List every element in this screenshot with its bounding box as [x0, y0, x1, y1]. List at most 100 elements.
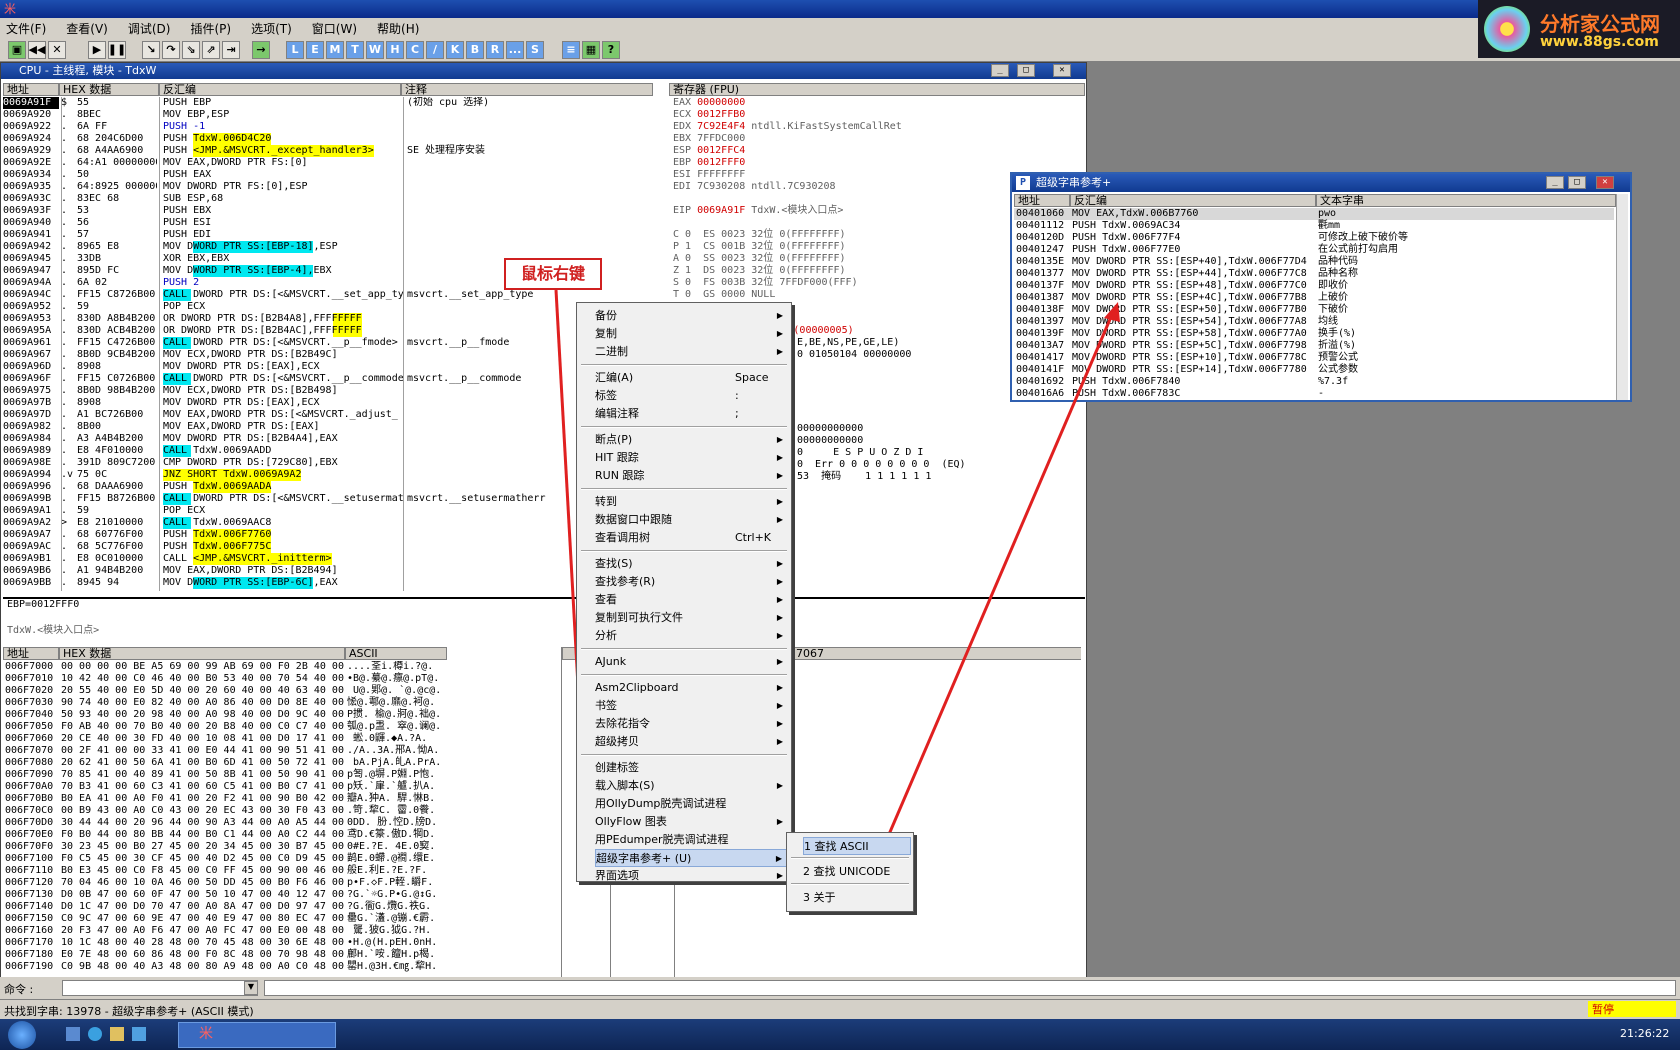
context-menu-item[interactable]: 界面选项 ▶ — [595, 867, 787, 885]
menu-item-label: 标签 — [595, 389, 617, 402]
menu-item-label: 用OllyDump脱壳调试进程 — [595, 797, 727, 810]
context-menu-item[interactable]: AJunk ▶ — [595, 653, 787, 671]
context-menu-item[interactable]: 用OllyDump脱壳调试进程 — [595, 795, 787, 813]
context-menu-item[interactable]: 查看调用树 Ctrl+K — [595, 529, 787, 547]
menu-separator — [581, 488, 787, 490]
submenu-arrow-icon: ▶ — [776, 559, 783, 568]
context-menu-item[interactable]: 汇编(A) Space — [595, 369, 787, 387]
context-menu-item[interactable]: 超级字串参考+ (U) ▶ — [595, 849, 787, 867]
submenu-arrow-icon: ▶ — [776, 817, 783, 826]
submenu-item[interactable]: 1 查找 ASCII — [803, 837, 911, 855]
clock: 21:26:22 — [1620, 1027, 1670, 1040]
context-menu-item[interactable]: 断点(P) ▶ — [595, 431, 787, 449]
menu-item-label: 备份 — [595, 309, 617, 322]
context-menu-item[interactable]: 标签: — [595, 387, 787, 405]
context-menu-item[interactable]: 复制 ▶ — [595, 325, 787, 343]
context-menu-item[interactable]: 超级拷贝 ▶ — [595, 733, 787, 751]
context-menu-item[interactable]: 用PEdumper脱壳调试进程 — [595, 831, 787, 849]
context-menu-item[interactable]: 载入脚本(S) ▶ — [595, 777, 787, 795]
ie-icon[interactable] — [88, 1027, 102, 1041]
command-input[interactable] — [62, 980, 258, 996]
context-menu-item[interactable]: 书签 ▶ — [595, 697, 787, 715]
menu-separator — [581, 648, 787, 650]
submenu-arrow-icon: ▶ — [776, 515, 783, 524]
menu-item-label: 去除花指令 — [595, 717, 650, 730]
submenu-arrow-icon: ▶ — [776, 701, 783, 710]
context-menu-item[interactable]: 查看 ▶ — [595, 591, 787, 609]
menu-item-label: 查找参考(R) — [595, 575, 656, 588]
menu-item-label: 创建标签 — [595, 761, 639, 774]
submenu-item[interactable]: 3 关于 — [803, 889, 911, 907]
menu-item-label: 查看 — [595, 593, 617, 606]
submenu-arrow-icon: ▶ — [776, 347, 783, 356]
menu-item-label: 载入脚本(S) — [595, 779, 655, 792]
menu-item-label: OllyFlow 图表 — [595, 815, 667, 828]
taskbar: 米 21:26:22 — [0, 1019, 1680, 1050]
app-icon-2[interactable] — [132, 1027, 146, 1041]
submenu-arrow-icon: ▶ — [776, 471, 783, 480]
menu-item-label: 断点(P) — [595, 433, 633, 446]
menu-separator — [791, 883, 909, 885]
taskbar-ollydbg[interactable]: 米 — [178, 1022, 336, 1048]
submenu-arrow-icon: ▶ — [776, 631, 783, 640]
menu-item-shortcut: Space — [735, 371, 769, 384]
context-menu-item[interactable]: 复制到可执行文件 ▶ — [595, 609, 787, 627]
context-menu-item[interactable]: Asm2Clipboard ▶ — [595, 679, 787, 697]
context-menu-item[interactable]: 查找(S) ▶ — [595, 555, 787, 573]
submenu-arrow-icon: ▶ — [776, 453, 783, 462]
menu-item-label: HIT 跟踪 — [595, 451, 639, 464]
context-menu-item[interactable]: 分析 ▶ — [595, 627, 787, 645]
context-menu-item[interactable]: 去除花指令 ▶ — [595, 715, 787, 733]
submenu-item[interactable]: 2 查找 UNICODE — [803, 863, 911, 881]
menu-separator — [581, 674, 787, 676]
context-menu-item[interactable]: 数据窗口中跟随 ▶ — [595, 511, 787, 529]
menu-item-label: 查看调用树 — [595, 531, 650, 544]
menu-item-label: 界面选项 — [595, 869, 639, 882]
context-menu-item[interactable]: 创建标签 — [595, 759, 787, 777]
submenu-arrow-icon: ▶ — [776, 781, 783, 790]
desktop-icon[interactable] — [66, 1027, 80, 1041]
submenu-arrow-icon: ▶ — [776, 657, 783, 666]
context-menu-item[interactable]: HIT 跟踪 ▶ — [595, 449, 787, 467]
menu-item-label: 复制 — [595, 327, 617, 340]
submenu-arrow-icon: ▶ — [776, 683, 783, 692]
context-submenu: 1 查找 ASCII 2 查找 UNICODE 3 关于 — [786, 832, 914, 912]
context-menu: 备份 ▶ 复制 ▶ 二进制 ▶ 汇编(A) Space 标签: 编辑注释; 断点(P) ▶ HIT 跟踪… — [576, 302, 792, 882]
menu-item-label: 复制到可执行文件 — [595, 611, 683, 624]
menu-item-label: 转到 — [595, 495, 617, 508]
context-menu-item[interactable]: 查找参考(R) ▶ — [595, 573, 787, 591]
submenu-arrow-icon: ▶ — [776, 613, 783, 622]
command-output — [264, 980, 1676, 996]
menu-item-label: 编辑注释 — [595, 407, 639, 420]
context-menu-item[interactable]: 转到 ▶ — [595, 493, 787, 511]
submenu-arrow-icon: ▶ — [776, 719, 783, 728]
start-button-icon[interactable] — [8, 1021, 36, 1049]
context-menu-item[interactable]: 编辑注释; — [595, 405, 787, 423]
context-menu-item[interactable]: 备份 ▶ — [595, 307, 787, 325]
submenu-arrow-icon: ▶ — [776, 435, 783, 444]
context-menu-item[interactable]: 二进制 ▶ — [595, 343, 787, 361]
menu-item-label: 书签 — [595, 699, 617, 712]
arrow-to-strings — [882, 309, 1116, 847]
menu-separator — [791, 857, 909, 859]
submenu-arrow-icon: ▶ — [775, 854, 782, 863]
menu-item-label: 用PEdumper脱壳调试进程 — [595, 833, 729, 846]
context-menu-item[interactable]: RUN 跟踪 ▶ — [595, 467, 787, 485]
menu-separator — [581, 754, 787, 756]
submenu-arrow-icon: ▶ — [776, 497, 783, 506]
store-icon[interactable] — [110, 1027, 124, 1041]
context-menu-item[interactable]: OllyFlow 图表 ▶ — [595, 813, 787, 831]
menu-item-label: 超级拷贝 — [595, 735, 639, 748]
menu-item-label: 数据窗口中跟随 — [595, 513, 672, 526]
arrow-head-2 — [1104, 302, 1120, 322]
menu-separator — [581, 550, 787, 552]
status-text: 共找到字串: 13978 - 超级字串参考+ (ASCII 模式) — [4, 1005, 254, 1018]
submenu-arrow-icon: ▶ — [776, 871, 783, 880]
menu-separator — [581, 426, 787, 428]
menu-separator — [581, 364, 787, 366]
submenu-arrow-icon: ▶ — [776, 329, 783, 338]
command-dropdown-icon[interactable]: ▼ — [244, 981, 258, 995]
menu-item-label: Asm2Clipboard — [595, 681, 679, 694]
menu-item-shortcut: Ctrl+K — [735, 531, 772, 544]
submenu-arrow-icon: ▶ — [776, 311, 783, 320]
